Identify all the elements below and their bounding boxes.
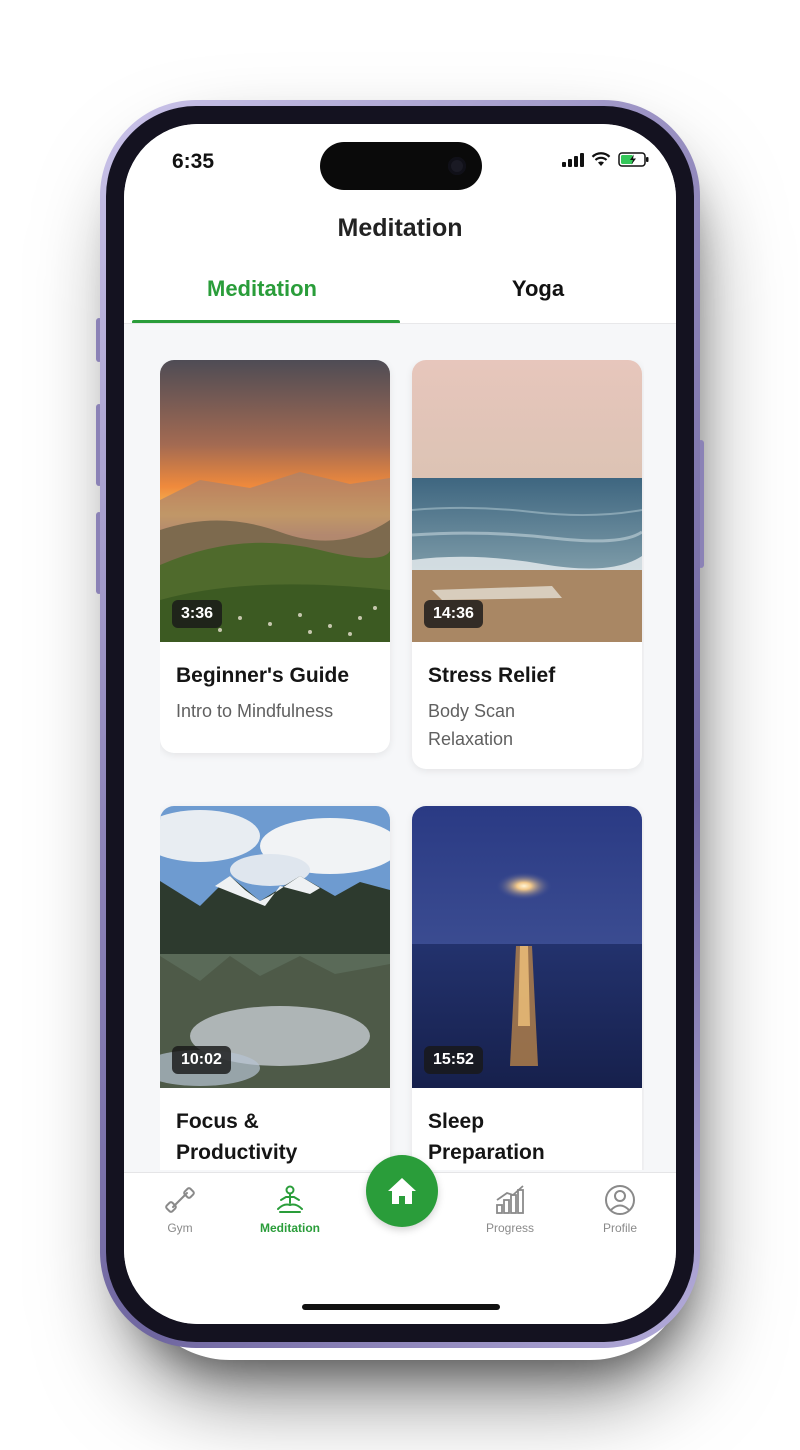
status-time: 6:35 [172,150,215,173]
tab-meditation[interactable]: Meditation [124,276,400,302]
nav-progress-label: Progress [485,1221,535,1235]
dynamic-island [320,142,482,190]
session-card[interactable]: 3:36 Beginner's Guide Intro to Mindfulne… [160,360,390,753]
nav-meditation-label: Meditation [260,1221,320,1235]
phone-frame: 6:35 Meditation Meditation Yoga 3:36 Beg… [100,100,700,1348]
app-screen: 6:35 Meditation Meditation Yoga 3:36 Beg… [124,124,676,1324]
battery-icon [618,152,649,167]
nav-profile-label: Profile [602,1221,637,1235]
tab-yoga[interactable]: Yoga [400,276,676,302]
session-title: Beginner's Guide [176,664,350,687]
bottom-nav: Gym Meditation Progress Profile [124,1155,676,1324]
session-card[interactable]: 10:02 Focus & Productivity [160,806,390,1170]
session-subtitle [160,1168,390,1170]
nav-profile[interactable]: Profile [570,1183,670,1235]
home-icon [388,1178,416,1204]
session-subtitle: Body Scan Relaxation [428,701,516,749]
duration-badge: 15:52 [424,1046,483,1074]
home-indicator [302,1304,500,1310]
session-grid: 3:36 Beginner's Guide Intro to Mindfulne… [160,360,644,1170]
session-thumbnail: 14:36 [412,360,642,642]
wifi-icon [591,152,611,166]
page-title: Meditation [337,214,463,242]
chart-icon [496,1185,524,1214]
nav-gym[interactable]: Gym [130,1183,230,1235]
session-title: Focus & Productivity [176,1110,298,1164]
session-card[interactable]: 14:36 Stress Relief Body Scan Relaxation [412,360,642,769]
nav-gym-label: Gym [167,1221,193,1235]
duration-badge: 3:36 [172,600,223,628]
home-button[interactable] [366,1155,438,1227]
duration-badge: 10:02 [172,1046,231,1074]
duration-badge: 14:36 [424,600,483,628]
nav-progress[interactable]: Progress [460,1183,560,1235]
session-subtitle [412,1168,642,1170]
nav-meditation[interactable]: Meditation [240,1183,340,1235]
session-thumbnail: 3:36 [160,360,390,642]
profile-icon [605,1185,635,1215]
session-title: Sleep Preparation [428,1110,545,1164]
meditation-icon [277,1185,303,1213]
session-thumbnail: 10:02 [160,806,390,1088]
session-title: Stress Relief [428,664,556,687]
signal-icon [562,153,584,167]
dumbbell-icon [165,1187,195,1213]
page-header: Meditation Meditation Yoga [124,204,676,324]
session-subtitle: Intro to Mindfulness [176,701,334,721]
session-card[interactable]: 15:52 Sleep Preparation [412,806,642,1170]
session-thumbnail: 15:52 [412,806,642,1088]
